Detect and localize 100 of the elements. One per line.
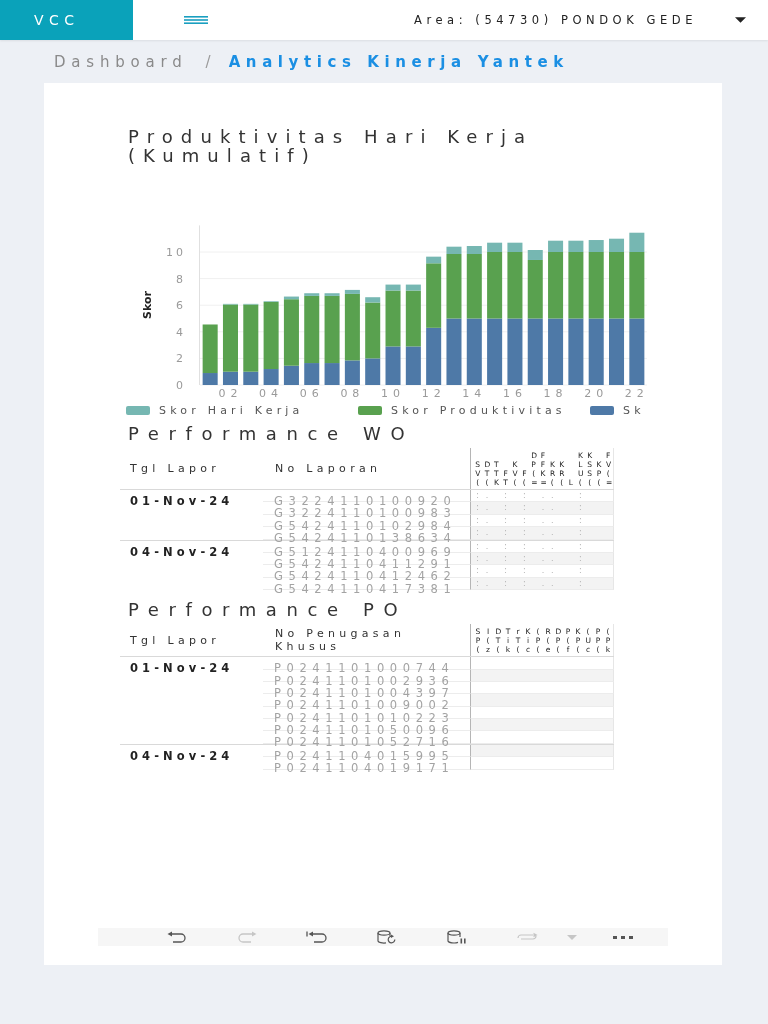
- table-cell: :: [578, 565, 582, 577]
- number-cell: G5424110411291: [274, 558, 457, 571]
- table-cell: :: [504, 540, 507, 552]
- breadcrumb-separator: /: [205, 52, 211, 71]
- legend-label: Skor Produktivitas: [391, 403, 566, 417]
- table-cell: .: [541, 490, 545, 502]
- table-cell: .: [551, 577, 554, 590]
- number-cell: G3224110100983: [274, 508, 457, 520]
- table-cell: :: [476, 552, 479, 565]
- axis-tick-label: 2: [176, 352, 186, 366]
- table-cell: .: [541, 527, 545, 539]
- table-cell: :: [522, 490, 526, 502]
- table-cell: .: [485, 527, 489, 539]
- axis-tick-label: 02: [218, 387, 243, 400]
- number-cell: G5424110138634: [274, 533, 457, 545]
- axis-tick-label: 06: [299, 387, 324, 400]
- table-cell: :: [476, 527, 479, 539]
- number-cell: P0241101050096: [274, 725, 455, 737]
- number-cell: G5424110417381: [274, 583, 457, 596]
- table-cell: :: [578, 490, 582, 502]
- table-cell: .: [551, 552, 554, 565]
- revert-icon: [306, 931, 328, 943]
- table-cell: .: [541, 502, 545, 514]
- table-cell: :: [522, 527, 526, 539]
- column-header: No Penugasan Khusus: [275, 627, 407, 654]
- table-cell: .: [551, 565, 554, 577]
- axis-tick-label: 14: [462, 387, 487, 400]
- breadcrumb-link[interactable]: Dashboard: [54, 52, 188, 71]
- table-cell: :: [578, 502, 582, 514]
- axis-tick-label: 10: [381, 387, 405, 400]
- table-cell: :: [578, 577, 582, 590]
- table-cell: :: [504, 514, 507, 527]
- bar-segment: [527, 318, 543, 385]
- date-cell: 01-Nov-24: [130, 495, 234, 507]
- area-selector[interactable]: Area: (54730) PONDOK GEDE: [414, 13, 746, 27]
- number-cell: P0241101000744: [274, 663, 455, 675]
- table-cell: .: [485, 490, 489, 502]
- caret-icon: [735, 17, 746, 23]
- table-cell: :: [522, 565, 526, 577]
- table-cell: :: [522, 552, 526, 565]
- table-cell: :: [476, 502, 479, 514]
- table-cell: .: [551, 527, 554, 539]
- loop-arrows-icon: [516, 932, 538, 942]
- table-cell: .: [485, 565, 489, 577]
- axis-tick-label: 8: [176, 272, 186, 286]
- table-title: Performance PO: [128, 600, 409, 620]
- bar-segment: [507, 318, 523, 385]
- legend-label: Sk: [623, 403, 645, 417]
- table-cell: .: [551, 540, 554, 552]
- breadcrumb-current: Analytics Kinerja Yantek: [228, 52, 569, 71]
- number-cell: P0241101009002: [274, 700, 455, 712]
- brand-logo[interactable]: VCC: [0, 0, 133, 40]
- table-cell: .: [541, 514, 545, 527]
- number-cell: P0241104019171: [274, 763, 455, 775]
- date-cell: 01-Nov-24: [130, 662, 234, 675]
- number-cell: G5124110400969: [274, 546, 457, 558]
- table-cell: :: [522, 540, 526, 552]
- axis-tick-label: 4: [176, 325, 186, 339]
- axis-tick-label: 22: [624, 387, 647, 400]
- more-icon: [613, 935, 633, 939]
- number-cell: G3224110100920: [274, 496, 457, 508]
- bar-segment: [609, 318, 625, 385]
- table-cell: :: [504, 502, 507, 514]
- number-cell: G5424110102984: [274, 520, 457, 533]
- axis-tick-label: 18: [543, 387, 568, 400]
- bar-segment: [629, 318, 645, 385]
- table-cell: .: [541, 552, 545, 565]
- table-cell: .: [551, 490, 554, 502]
- menu-button[interactable]: [184, 16, 208, 24]
- number-cell: P0241101010223: [274, 712, 455, 725]
- axis-tick-label: 12: [421, 387, 446, 400]
- table-cell: .: [485, 552, 489, 565]
- axis-tick-label: 6: [176, 299, 186, 313]
- column-header: Tgl Lapor: [130, 633, 221, 647]
- table-cell: :: [476, 490, 479, 502]
- table-cell: :: [504, 552, 507, 565]
- axis-tick-label: 10: [166, 246, 186, 259]
- table-cell: .: [551, 514, 554, 527]
- database-refresh-icon: [377, 930, 397, 944]
- database-pause-icon: [447, 930, 467, 944]
- table-cell: :: [504, 490, 507, 502]
- table-cell: :: [476, 540, 479, 552]
- bar-segment: [446, 318, 462, 385]
- legend-label: Skor Hari Kerja: [159, 403, 304, 417]
- table-cell: :: [578, 527, 582, 539]
- axis-tick-label: 16: [502, 387, 527, 400]
- table-cell: :: [522, 577, 526, 590]
- table-cell: :: [476, 565, 479, 577]
- bar-segment: [426, 327, 442, 385]
- table-cell: :: [504, 565, 507, 577]
- table-cell: .: [485, 502, 489, 514]
- bar-segment: [487, 318, 503, 385]
- number-cell: G5424110412462: [274, 571, 457, 583]
- table-cell: .: [541, 565, 545, 577]
- number-cell: P0241101002936: [274, 675, 455, 687]
- number-cell: P0241101004397: [274, 687, 455, 700]
- table-cell: :: [504, 527, 507, 539]
- date-cell: 04-Nov-24: [130, 545, 234, 558]
- undo-icon: [167, 931, 187, 943]
- table-cell: :: [578, 540, 582, 552]
